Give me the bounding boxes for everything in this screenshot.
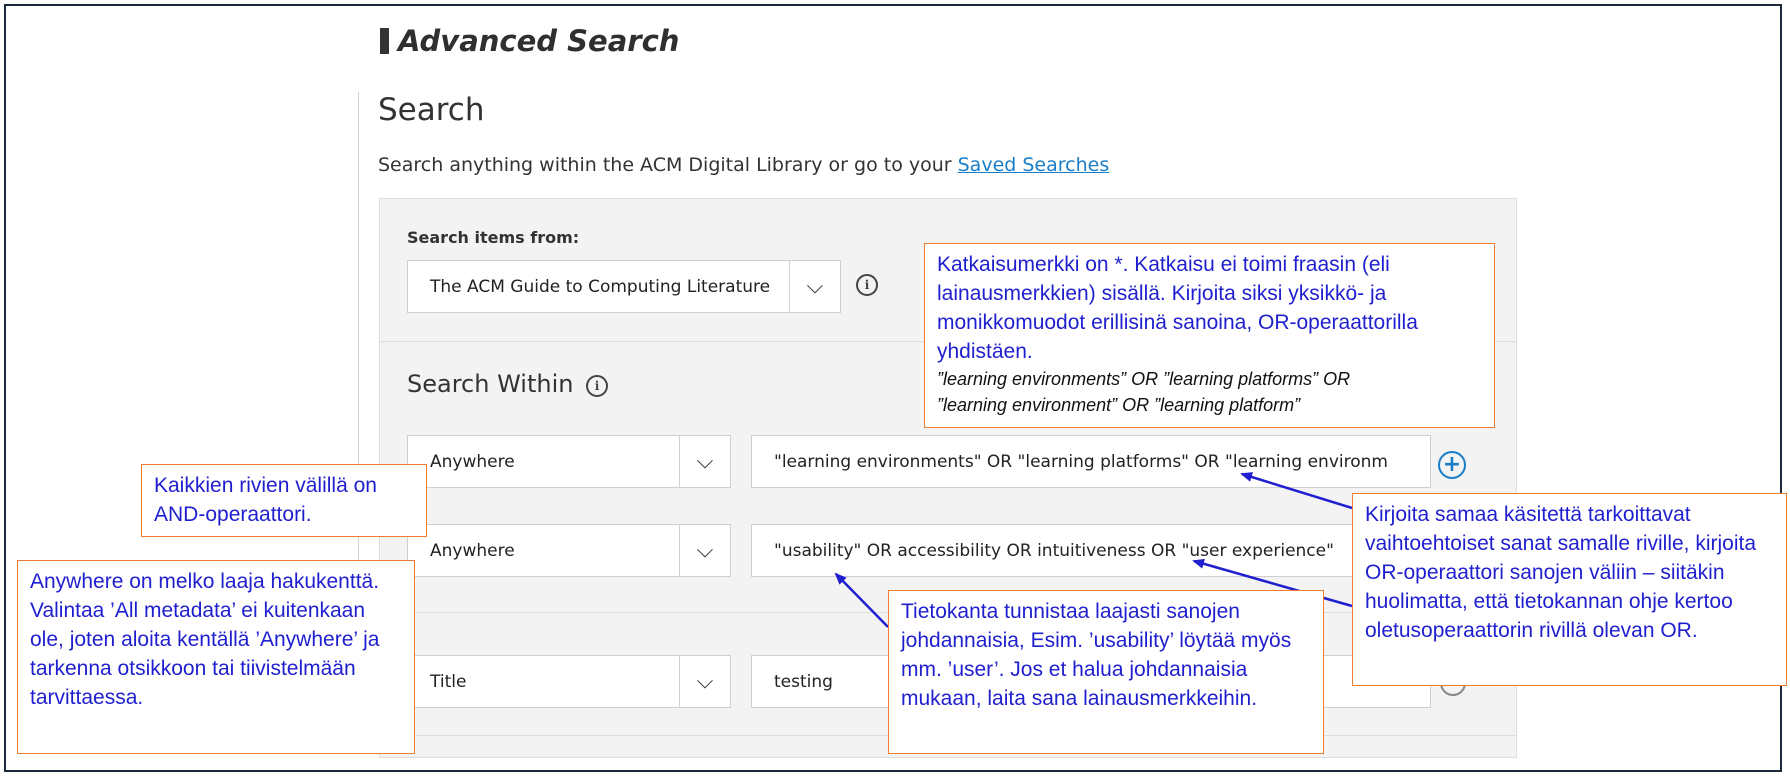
page-title: Advanced Search	[398, 24, 680, 58]
page-heading: Advanced Search	[380, 18, 679, 64]
note-truncation: Katkaisumerkki on *. Katkaisu ei toimi f…	[924, 243, 1495, 428]
chevron-down-icon: ⌵	[679, 656, 730, 707]
chevron-down-icon: ⌵	[679, 436, 730, 487]
items-from-value: The ACM Guide to Computing Literature	[430, 276, 771, 297]
note-derivatives: Tietokanta tunnistaa laajasti sanojen jo…	[888, 590, 1324, 754]
chevron-down-icon: ⌵	[789, 261, 840, 312]
heading-accent-bar	[380, 28, 389, 54]
saved-searches-link[interactable]: Saved Searches	[958, 154, 1110, 176]
note-anywhere: Anywhere on melko laaja hakukenttä. Vali…	[17, 560, 415, 754]
chevron-down-icon: ⌵	[679, 525, 730, 576]
plus-circle-icon[interactable]: +	[1438, 451, 1466, 479]
items-from-select[interactable]: The ACM Guide to Computing Literature ⌵	[407, 260, 841, 313]
search-title: Search	[378, 92, 485, 128]
search-term-input-row-2[interactable]: "usability" OR accessibility OR intuitiv…	[751, 524, 1431, 577]
items-from-label: Search items from:	[407, 228, 580, 247]
field-select-row-2[interactable]: Anywhere ⌵	[407, 524, 731, 577]
field-select-value: Title	[430, 671, 467, 692]
note-and-operator: Kaikkien rivien välillä on AND-operaatto…	[141, 464, 427, 537]
search-description-text: Search anything within the ACM Digital L…	[378, 154, 958, 176]
search-description: Search anything within the ACM Digital L…	[378, 154, 1109, 176]
note-truncation-text: Katkaisumerkki on *. Katkaisu ei toimi f…	[937, 253, 1418, 363]
info-icon[interactable]: i	[856, 274, 878, 296]
note-same-row: Kirjoita samaa käsitettä tarkoittavat va…	[1352, 493, 1787, 686]
search-within-title: Search Within	[407, 370, 574, 398]
info-icon[interactable]: i	[586, 375, 608, 397]
field-select-row-3[interactable]: Title ⌵	[407, 655, 731, 708]
field-select-value: Anywhere	[430, 451, 515, 472]
note-truncation-example: ”learning environment” OR ”learning plat…	[937, 395, 1301, 415]
field-select-value: Anywhere	[430, 540, 515, 561]
field-select-row-1[interactable]: Anywhere ⌵	[407, 435, 731, 488]
search-term-input-row-1[interactable]: "learning environments" OR "learning pla…	[751, 435, 1431, 488]
note-truncation-example: ”learning environments” OR ”learning pla…	[937, 369, 1351, 389]
